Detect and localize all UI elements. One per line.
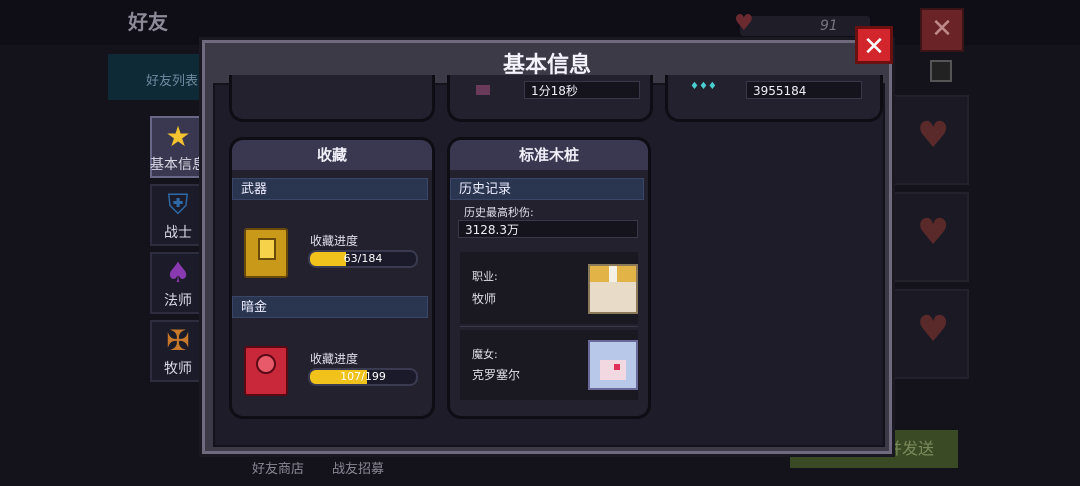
collection-card: 收藏 武器 收藏进度 63/184 暗金 收藏进度 107/199: [229, 137, 435, 419]
character-icon: [476, 85, 490, 95]
select-all-checkbox[interactable]: [930, 60, 952, 82]
weapons-progress-bar: 63/184: [308, 250, 418, 268]
weapons-progress-text: 63/184: [343, 252, 383, 265]
sidebar-item-label: 牧师: [164, 361, 192, 377]
class-label: 职业:: [472, 270, 498, 283]
friends-title: 好友: [128, 10, 168, 34]
sidebar-item-warrior[interactable]: ⛨ 战士: [150, 184, 206, 246]
weapons-progress-label: 收藏进度: [310, 234, 359, 248]
witch-info-box: 魔女: 克罗塞尔: [460, 330, 638, 400]
class-info-box: 职业: 牧师: [460, 252, 638, 324]
history-section-header: 历史记录: [450, 178, 644, 200]
face-icon: [600, 360, 626, 380]
recruit-button[interactable]: 战友招募: [332, 458, 384, 477]
info-card-partial: [229, 75, 435, 122]
send-heart-icon[interactable]: ♥: [917, 309, 949, 350]
send-heart-icon[interactable]: ♥: [917, 212, 949, 253]
dark-gold-progress-label: 收藏进度: [310, 352, 359, 366]
warrior-icon: ⛨: [167, 188, 189, 221]
weapon-book-icon: [244, 228, 288, 278]
divider: [460, 326, 638, 327]
mage-icon: ♠: [165, 256, 191, 289]
shield-icon: [258, 238, 276, 260]
class-value: 牧师: [472, 292, 497, 306]
friend-list-tab-label: 好友列表: [146, 74, 199, 89]
max-dps-value: 3128.3万: [458, 220, 638, 238]
dark-gold-book-icon: [244, 346, 288, 396]
sidebar-item-label: 战士: [164, 225, 192, 241]
heart-counter-bar: [740, 16, 870, 36]
friend-shop-button[interactable]: 好友商店: [252, 458, 304, 477]
time-value: 1分18秒: [524, 81, 640, 99]
close-button[interactable]: ✕: [855, 26, 893, 64]
sidebar-item-mage[interactable]: ♠ 法师: [150, 252, 206, 314]
number-value: 3955184: [746, 81, 862, 99]
dark-gold-progress-text: 107/199: [340, 370, 386, 383]
witch-value: 克罗塞尔: [472, 368, 521, 382]
dark-gold-progress-bar: 107/199: [308, 368, 418, 386]
heart-icon: ♥: [734, 11, 754, 36]
sidebar-item-basic-info[interactable]: ★ 基本信息: [150, 116, 206, 178]
panel-content[interactable]: 1分18秒 ♦♦♦ 3955184 收藏 武器 收藏进度 63/184 暗金 收…: [213, 75, 885, 447]
info-card-partial: ♦♦♦ 3955184: [665, 75, 883, 122]
eye-icon: [614, 364, 620, 370]
collection-title: 收藏: [232, 140, 432, 170]
priest-portrait-icon: [588, 264, 638, 314]
send-heart-icon[interactable]: ♥: [917, 115, 949, 156]
dark-gold-section-header: 暗金: [232, 296, 428, 318]
sidebar-item-priest[interactable]: ✠ 牧师: [150, 320, 206, 382]
training-stake-title: 标准木桩: [450, 140, 648, 170]
witch-portrait-icon: [588, 340, 638, 390]
star-icon: ★: [165, 120, 191, 153]
heart-count: 91: [820, 18, 838, 34]
helmet-cross-icon: [609, 266, 617, 282]
training-stake-card: 标准木桩 历史记录 历史最高秒伤: 3128.3万 职业: 牧师 魔女: 克罗塞…: [447, 137, 651, 419]
background-close-button[interactable]: ✕: [920, 8, 964, 52]
witch-label: 魔女:: [472, 348, 498, 361]
info-card-partial: 1分18秒: [447, 75, 653, 122]
priest-icon: ✠: [166, 324, 190, 357]
gem-icon: [256, 354, 276, 374]
max-dps-label: 历史最高秒伤:: [464, 206, 534, 219]
weapons-section-header: 武器: [232, 178, 428, 200]
gem-icon: ♦♦♦: [690, 81, 717, 92]
sidebar-item-label: 法师: [164, 293, 192, 309]
basic-info-panel: 基本信息 1分18秒 ♦♦♦ 3955184 收藏 武器 收藏进度 63/184…: [202, 40, 892, 454]
sidebar-item-label: 基本信息: [150, 157, 206, 173]
